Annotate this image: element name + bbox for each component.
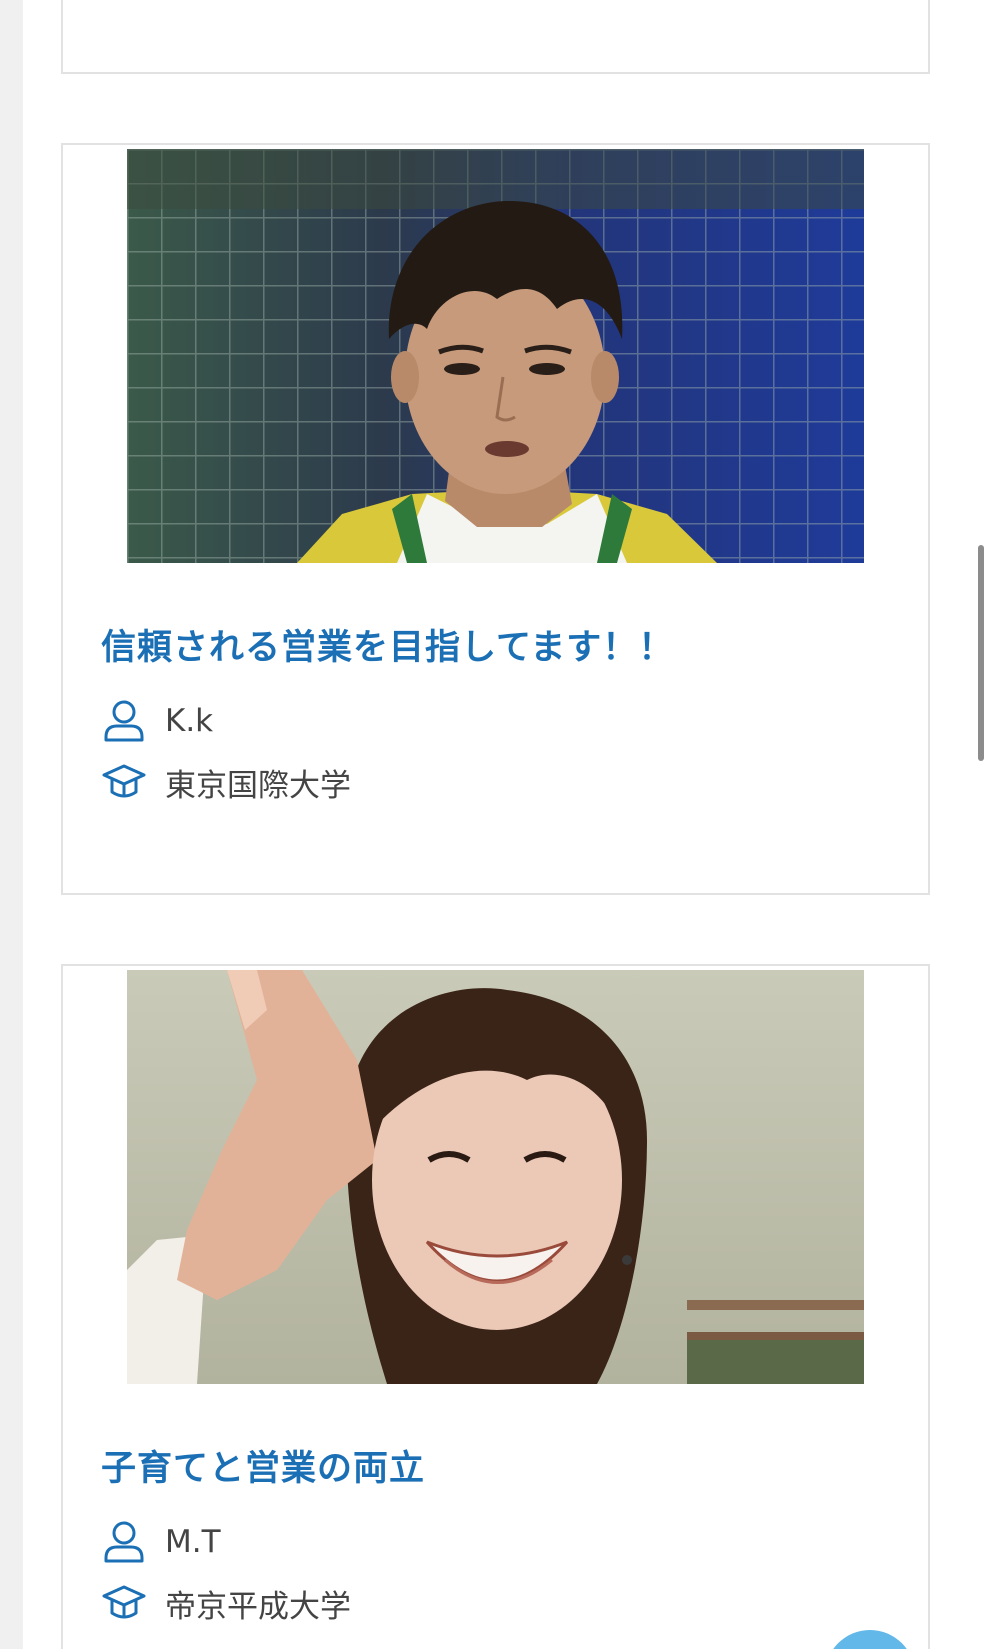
author-row: K.k xyxy=(101,696,213,746)
author-name: K.k xyxy=(165,703,214,739)
interview-card[interactable]: 子育てと営業の両立 M.T 帝京平成大学 xyxy=(61,964,930,1649)
card-title[interactable]: 子育てと営業の両立 xyxy=(101,1440,425,1491)
author-name: M.T xyxy=(165,1524,221,1560)
school-name: 東京国際大学 xyxy=(165,767,351,804)
page-viewport: 信頼される営業を目指してます！！ K.k 東京国際大学 子育てと営業の両立 M.… xyxy=(0,0,992,1649)
school-row: 帝京平成大学 xyxy=(101,1578,351,1628)
interview-card[interactable]: 信頼される営業を目指してます！！ K.k 東京国際大学 xyxy=(61,143,930,895)
author-row: M.T xyxy=(101,1517,221,1567)
school-row: 東京国際大学 xyxy=(101,757,351,807)
graduation-cap-icon xyxy=(101,759,147,805)
card-photo-image xyxy=(127,149,864,563)
person-icon xyxy=(101,698,147,744)
card-photo[interactable] xyxy=(127,149,864,563)
previous-card[interactable] xyxy=(61,0,930,74)
person-icon xyxy=(101,1519,147,1565)
graduation-cap-icon xyxy=(101,1580,147,1626)
school-name: 帝京平成大学 xyxy=(165,1588,351,1625)
card-photo-image xyxy=(127,970,864,1384)
card-photo[interactable] xyxy=(127,970,864,1384)
card-title[interactable]: 信頼される営業を目指してます！！ xyxy=(101,619,674,670)
scrollbar-thumb[interactable] xyxy=(978,545,984,761)
